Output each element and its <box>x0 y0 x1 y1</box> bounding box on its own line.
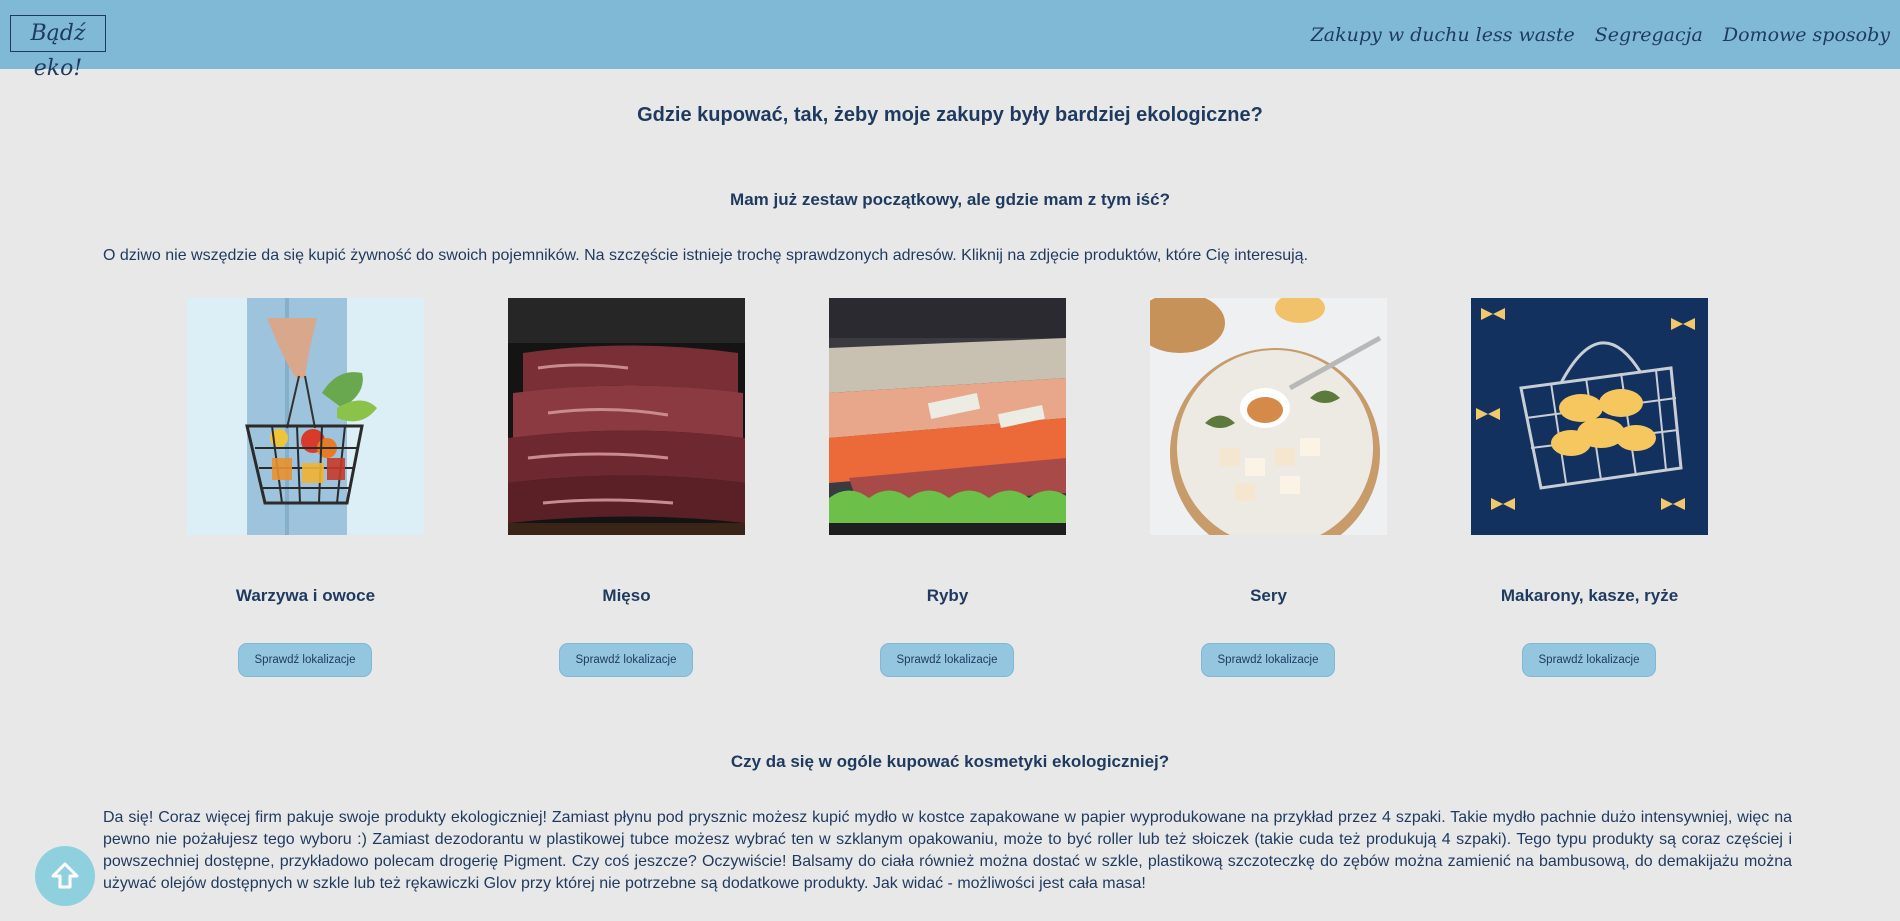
nav-item-segregation[interactable]: Segregacja <box>1595 24 1703 46</box>
product-title: Warzywa i owoce <box>235 586 376 605</box>
check-locations-button[interactable]: Sprawdź lokalizacje <box>1522 643 1656 677</box>
section-intro: O dziwo nie wszędzie da się kupić żywnoś… <box>103 247 1309 264</box>
product-image-meat[interactable] <box>508 298 745 535</box>
scroll-to-top-button[interactable] <box>35 846 95 906</box>
product-image-cheese[interactable] <box>1150 298 1387 535</box>
product-card-fish: Ryby Sprawdź lokalizacje <box>829 298 1066 678</box>
product-card-pasta: Makarony, kasze, ryże Sprawdź lokalizacj… <box>1471 298 1708 678</box>
product-image-vegetables[interactable] <box>187 298 424 535</box>
product-card-meat: Mięso Sprawdź lokalizacje <box>508 298 745 678</box>
section-heading-cosmetics: Czy da się w ogóle kupować kosmetyki eko… <box>730 752 1170 771</box>
main-nav: Zakupy w duchu less waste Segregacja Dom… <box>1311 24 1890 46</box>
product-title: Ryby <box>926 586 969 605</box>
cosmetics-paragraph: Da się! Coraz więcej firm pakuje swoje p… <box>103 809 1792 892</box>
check-locations-button[interactable]: Sprawdź lokalizacje <box>880 643 1014 677</box>
header-bar: Bądź eko! Zakupy w duchu less waste Segr… <box>0 0 1900 81</box>
nav-item-home-remedies[interactable]: Domowe sposoby <box>1723 24 1890 46</box>
check-locations-button[interactable]: Sprawdź lokalizacje <box>559 643 693 677</box>
check-locations-button[interactable]: Sprawdź lokalizacje <box>1201 643 1335 677</box>
product-title: Mięso <box>602 586 651 605</box>
product-image-pasta[interactable] <box>1471 298 1708 535</box>
product-image-fish[interactable] <box>829 298 1066 535</box>
product-title: Makarony, kasze, ryże <box>1500 586 1679 605</box>
nav-item-less-waste[interactable]: Zakupy w duchu less waste <box>1311 24 1575 46</box>
section-heading-shopping: Mam już zestaw początkowy, ale gdzie mam… <box>730 190 1170 209</box>
page-title: Gdzie kupować, tak, żeby moje zakupy był… <box>637 104 1263 126</box>
product-grid: Warzywa i owoce Sprawdź lokalizacje Mięs… <box>187 298 1708 678</box>
check-locations-button[interactable]: Sprawdź lokalizacje <box>238 643 372 677</box>
site-logo[interactable]: Bądź eko! <box>10 15 106 81</box>
product-title: Sery <box>1250 586 1287 605</box>
product-card-cheese: Sery Sprawdź lokalizacje <box>1150 298 1387 678</box>
product-card-vegetables: Warzywa i owoce Sprawdź lokalizacje <box>187 298 424 678</box>
arrow-up-icon <box>51 862 79 889</box>
